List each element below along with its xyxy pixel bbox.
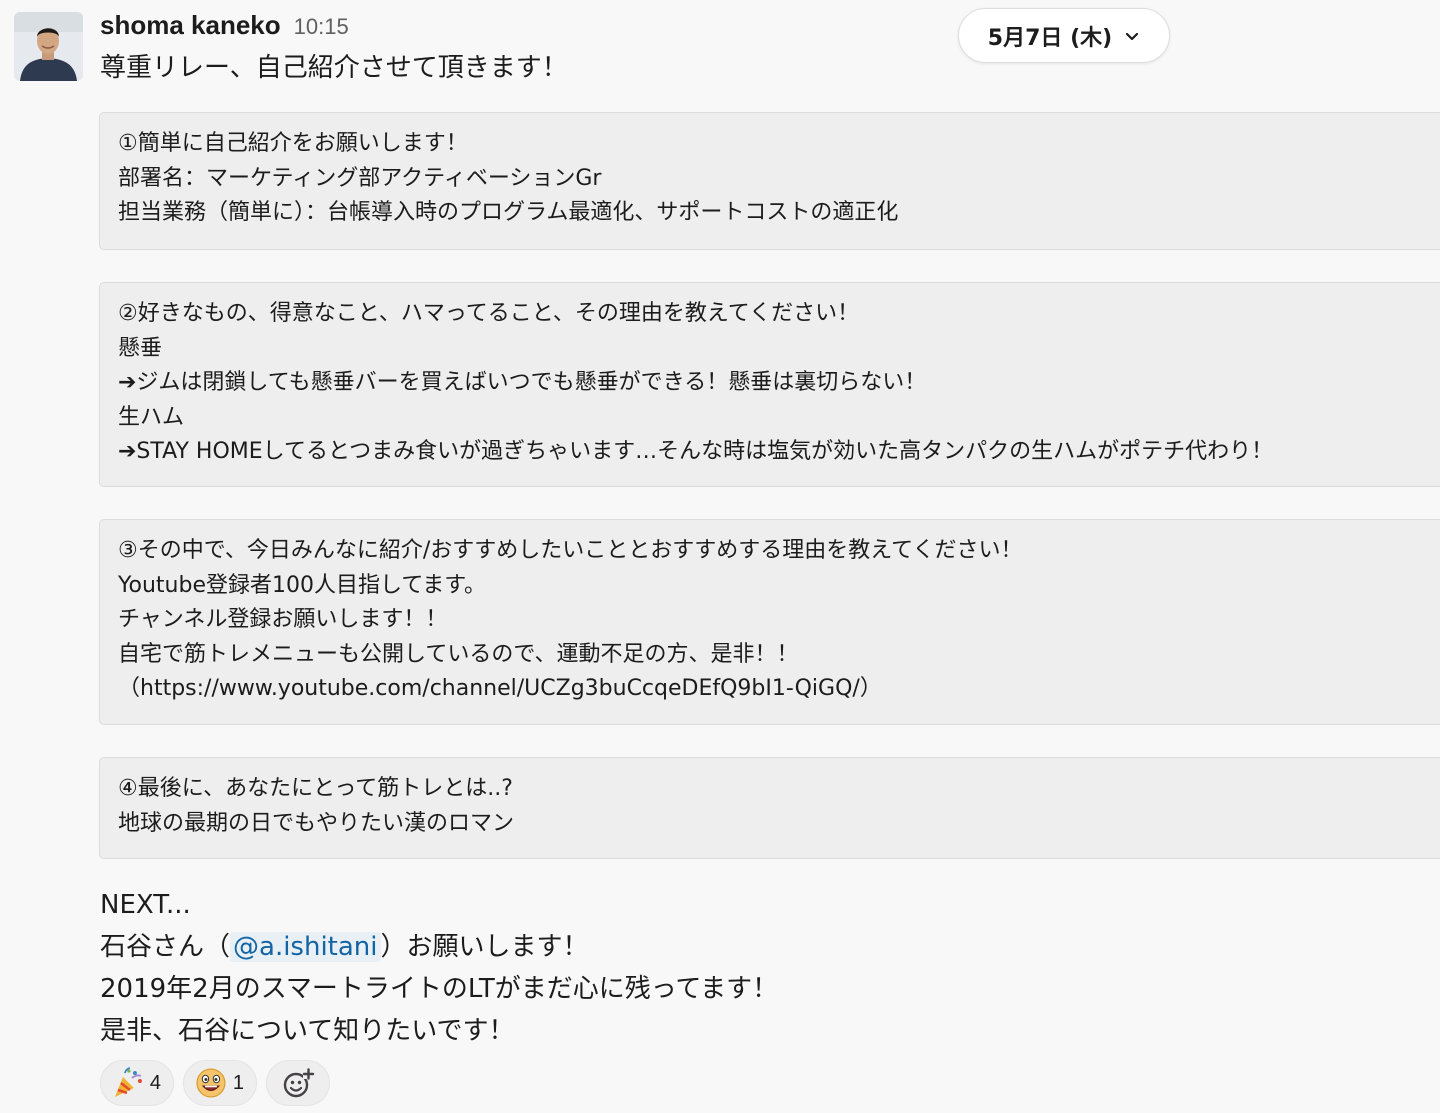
footer-line: NEXT... xyxy=(100,890,191,920)
add-reaction-button[interactable] xyxy=(266,1060,330,1106)
block-line: ③その中で、今日みんなに紹介/おすすめしたいこととおすすめする理由を教えてくださ… xyxy=(118,538,1023,563)
user-mention-link[interactable]: @a.ishitani xyxy=(230,932,381,962)
quote-block-4: ④最後に、あなたにとって筋トレとは..? 地球の最期の日でもやりたい漢のロマン xyxy=(99,757,1440,859)
block-line: チャンネル登録お願いします！！ xyxy=(118,607,448,632)
quote-block-2: ②好きなもの、得意なこと、ハマってること、その理由を教えてください！ 懸垂 ➔ジ… xyxy=(99,282,1440,487)
block-line: ➔STAY HOMEしてるとつまみ食いが過ぎちゃいます…そんな時は塩気が効いた高… xyxy=(118,439,1274,464)
block-line: ②好きなもの、得意なこと、ハマってること、その理由を教えてください！ xyxy=(118,301,860,326)
footer-line: 2019年2月のスマートライトのLTがまだ心に残ってます！ xyxy=(100,974,779,1004)
block-line: 担当業務（簡単に）：台帳導入時のプログラム最適化、サポートコストの適正化 xyxy=(118,200,899,225)
chevron-down-icon xyxy=(1126,32,1139,40)
footer-line: 石谷さん（ @a.ishitani ）お願いします！ xyxy=(100,926,778,968)
block-line: ④最後に、あなたにとって筋トレとは..? xyxy=(118,776,513,801)
block-line: 生ハム xyxy=(118,404,185,430)
reaction-count: 4 xyxy=(149,1071,161,1094)
footer-text: 石谷さん（ xyxy=(100,932,231,962)
avatar[interactable] xyxy=(14,12,83,81)
party-popper-icon xyxy=(114,1067,142,1097)
add-reaction-icon xyxy=(283,1068,315,1098)
message-header: shoma kaneko 10:15 xyxy=(100,10,349,44)
message-timestamp[interactable]: 10:15 xyxy=(294,14,349,40)
quote-block-1: ①簡単に自己紹介をお願いします！ 部署名：マーケティング部アクティベーションGr… xyxy=(99,112,1440,250)
reaction-grinning-face[interactable]: 1 xyxy=(183,1060,257,1106)
avatar-photo-icon xyxy=(14,12,83,81)
date-divider-button[interactable]: 5月7日 (木) xyxy=(958,8,1170,63)
block-line: Youtube登録者100人目指してます。 xyxy=(118,572,487,598)
reaction-count: 1 xyxy=(232,1071,244,1094)
block-line: ①簡単に自己紹介をお願いします！ xyxy=(118,131,468,156)
reactions-bar: 4 1 xyxy=(100,1060,330,1106)
block-line: 地球の最期の日でもやりたい漢のロマン xyxy=(118,810,515,836)
author-name[interactable]: shoma kaneko xyxy=(100,10,281,41)
date-label: 5月7日 (木) xyxy=(987,25,1113,51)
grinning-face-icon xyxy=(196,1068,226,1098)
message-footer: NEXT... 石谷さん（ @a.ishitani ）お願いします！ 2019年2月… xyxy=(100,884,778,1052)
quote-block-3: ③その中で、今日みんなに紹介/おすすめしたいこととおすすめする理由を教えてくださ… xyxy=(99,519,1440,725)
footer-line: 是非、石谷について知りたいです！ xyxy=(100,1016,515,1046)
block-line: 懸垂 xyxy=(118,335,163,361)
reaction-party-popper[interactable]: 4 xyxy=(100,1060,174,1106)
footer-text: ）お願いします！ xyxy=(380,932,589,962)
block-line: ➔ジムは閉鎖しても懸垂バーを買えばいつでも懸垂ができる！懸垂は裏切らない！ xyxy=(118,370,927,395)
message-intro: 尊重リレー、自己紹介させて頂きます！ xyxy=(100,53,568,83)
block-line: （https://www.youtube.com/channel/UCZg3bu… xyxy=(118,676,882,701)
block-line: 部署名：マーケティング部アクティベーションGr xyxy=(118,165,602,191)
block-line: 自宅で筋トレメニューも公開しているので、運動不足の方、是非！！ xyxy=(118,641,799,667)
